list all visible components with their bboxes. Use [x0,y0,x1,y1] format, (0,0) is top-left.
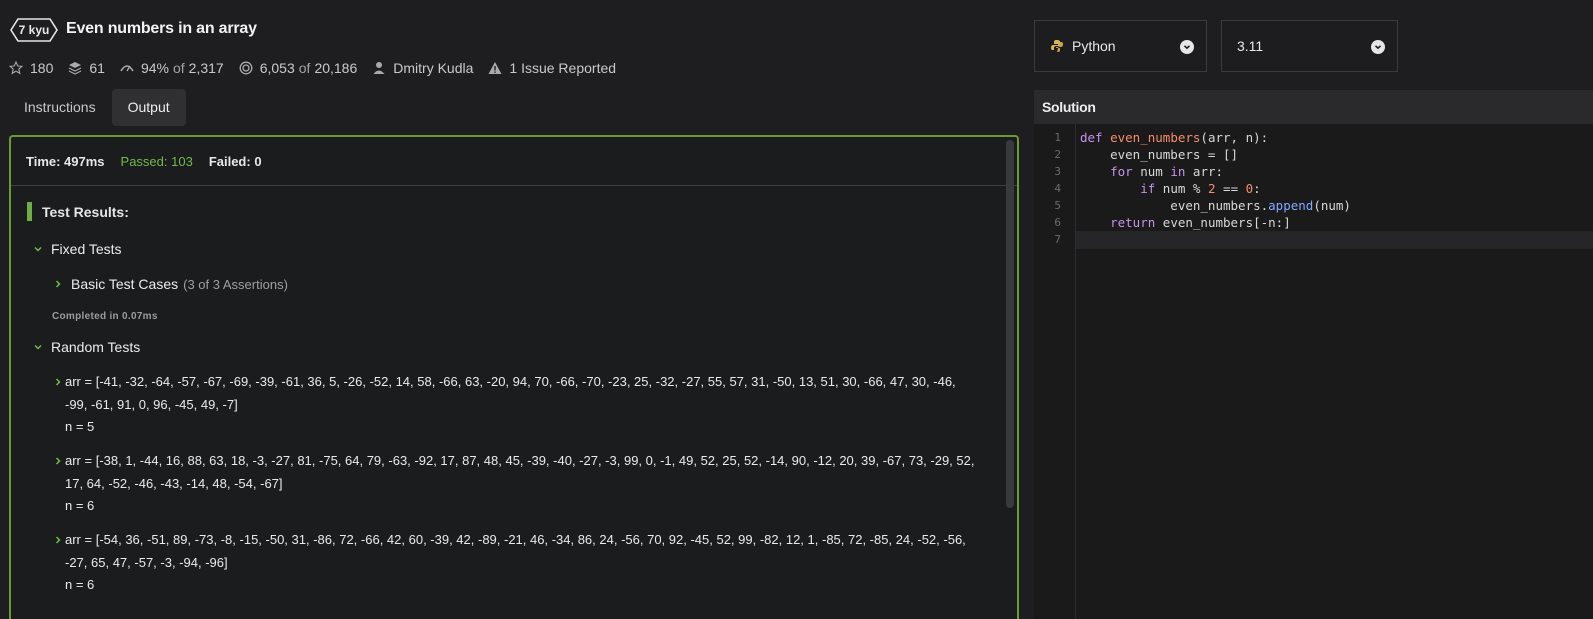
warning-icon [487,60,503,76]
case-n: n = 5 [65,419,95,434]
fixed-tests-label: Fixed Tests [51,241,122,257]
random-test-case[interactable]: arr = [-54, 36, -51, 89, -73, -8, -15, -… [51,529,991,597]
chevron-right-icon [51,277,65,291]
summary-divider [11,185,1017,186]
chevron-down-icon [1371,40,1385,54]
active-line-highlight [1076,231,1593,249]
case-n: n = 6 [65,498,95,513]
target-icon [238,60,254,76]
completions-total: 20,186 [314,60,358,76]
test-summary: Time: 497ms Passed: 103 Failed: 0 [26,154,278,169]
satisfaction-stat: 94% of 2,317 [119,60,224,76]
user-icon [371,60,387,76]
satisfaction-icon [119,60,135,76]
kata-panel: 7 kyu Even numbers in an array 180 61 94… [0,0,1034,619]
tab-output[interactable]: Output [111,89,186,126]
chevron-down-icon [1180,40,1194,54]
solution-header: Solution [1034,90,1593,124]
layers-icon [67,60,83,76]
code-line-4: if num % 2 == 0: [1140,181,1261,196]
case-arr-line-2: 17, 64, -52, -46, -43, -14, 48, -54, -67… [65,475,283,491]
stars-count: 180 [30,60,54,76]
version-select[interactable]: 3.11 [1221,20,1398,72]
case-arr-line-2: -99, -61, 91, 0, 96, -45, 49, -7] [65,396,238,412]
app-root: 7 kyu Even numbers in an array 180 61 94… [0,0,1593,619]
completions-count: 6,053 [259,60,295,76]
random-test-case[interactable]: arr = [-41, -32, -64, -57, -67, -69, -39… [51,371,991,439]
kata-tabs: Instructions Output [8,89,186,126]
collections-count: 61 [89,60,105,76]
language-select[interactable]: Python [1034,20,1207,72]
tab-instructions[interactable]: Instructions [8,89,112,126]
line-number: 7 [1054,233,1061,246]
kata-stats: 180 61 94% of 2,317 6,053 of 20,186 Dmit… [8,59,630,77]
results-accent-bar [27,202,32,221]
issues-stat[interactable]: 1 Issue Reported [487,60,616,76]
code-line-1: def even_numbers(arr, n): [1080,130,1269,145]
results-title: Test Results: [42,203,129,220]
author-stat[interactable]: Dmitry Kudla [371,60,473,76]
time-label: Time: 497ms [26,154,105,169]
collections-stat[interactable]: 61 [67,60,105,76]
line-number: 5 [1054,199,1061,212]
code-line-3: for num in arr: [1110,164,1224,179]
editor-panel: Python 3.11 Solution 1 2 3 4 5 6 7 def e… [1034,0,1593,619]
failed-label: Failed: 0 [208,154,262,169]
star-icon [8,60,24,76]
line-number: 6 [1054,216,1061,229]
chevron-right-icon [51,454,65,468]
rank-label: 7 kyu [18,23,50,37]
author-name: Dmitry Kudla [393,60,474,76]
results-heading: Test Results: [27,202,129,221]
output-scrollbar[interactable] [1006,140,1014,508]
chevron-right-icon [51,533,65,547]
chevron-right-icon [51,375,65,389]
line-number-gutter: 1 2 3 4 5 6 7 [1034,124,1076,619]
satisfaction-total: 2,317 [188,60,224,76]
line-number: 4 [1054,182,1061,195]
satisfaction-of: of [172,60,185,76]
line-number: 2 [1054,148,1061,161]
passed-label: Passed: 103 [120,154,193,169]
version-value: 3.11 [1237,38,1264,54]
chevron-down-icon [31,242,45,256]
language-value: Python [1072,38,1116,54]
completions-of: of [298,60,311,76]
solution-title: Solution [1042,99,1096,115]
kata-title[interactable]: Even numbers in an array [66,20,257,38]
random-test-case[interactable]: arr = [-38, 1, -44, 16, 88, 63, 18, -3, … [51,450,991,518]
chevron-down-icon [31,340,45,354]
basic-test-cases-label: Basic Test Cases [71,276,179,292]
random-tests-label: Random Tests [51,339,141,355]
basic-test-cases[interactable]: Basic Test Cases (3 of 3 Assertions) [51,276,288,292]
completions-stat: 6,053 of 20,186 [238,60,358,76]
code-editor[interactable]: 1 2 3 4 5 6 7 def even_numbers(arr, n): … [1034,124,1593,619]
code-line-2: even_numbers = [] [1080,147,1239,162]
case-arr-line-1: arr = [-41, -32, -64, -57, -67, -69, -39… [65,374,956,389]
issues-label: 1 Issue Reported [509,60,617,76]
python-icon [1051,40,1063,52]
completed-time: Completed in 0.07ms [52,311,158,322]
case-arr-line-1: arr = [-38, 1, -44, 16, 88, 63, 18, -3, … [65,453,975,468]
case-n: n = 6 [65,577,95,592]
rank-badge: 7 kyu [10,18,58,42]
output-panel: Time: 497ms Passed: 103 Failed: 0 Test R… [9,135,1019,619]
random-tests-group[interactable]: Random Tests [31,339,140,355]
code-line-5: even_numbers.append(num) [1080,198,1351,213]
stars-stat[interactable]: 180 [8,60,53,76]
case-arr-line-1: arr = [-54, 36, -51, 89, -73, -8, -15, -… [65,532,966,547]
fixed-tests-group[interactable]: Fixed Tests [31,241,122,257]
line-number: 3 [1054,165,1061,178]
code-line-6: return even_numbers[-n:] [1110,215,1291,230]
satisfaction-rate: 94% [140,60,169,76]
assertions-count: (3 of 3 Assertions) [183,276,288,292]
line-number: 1 [1054,131,1061,144]
case-arr-line-2: -27, 65, 47, -57, -3, -94, -96] [65,554,228,570]
